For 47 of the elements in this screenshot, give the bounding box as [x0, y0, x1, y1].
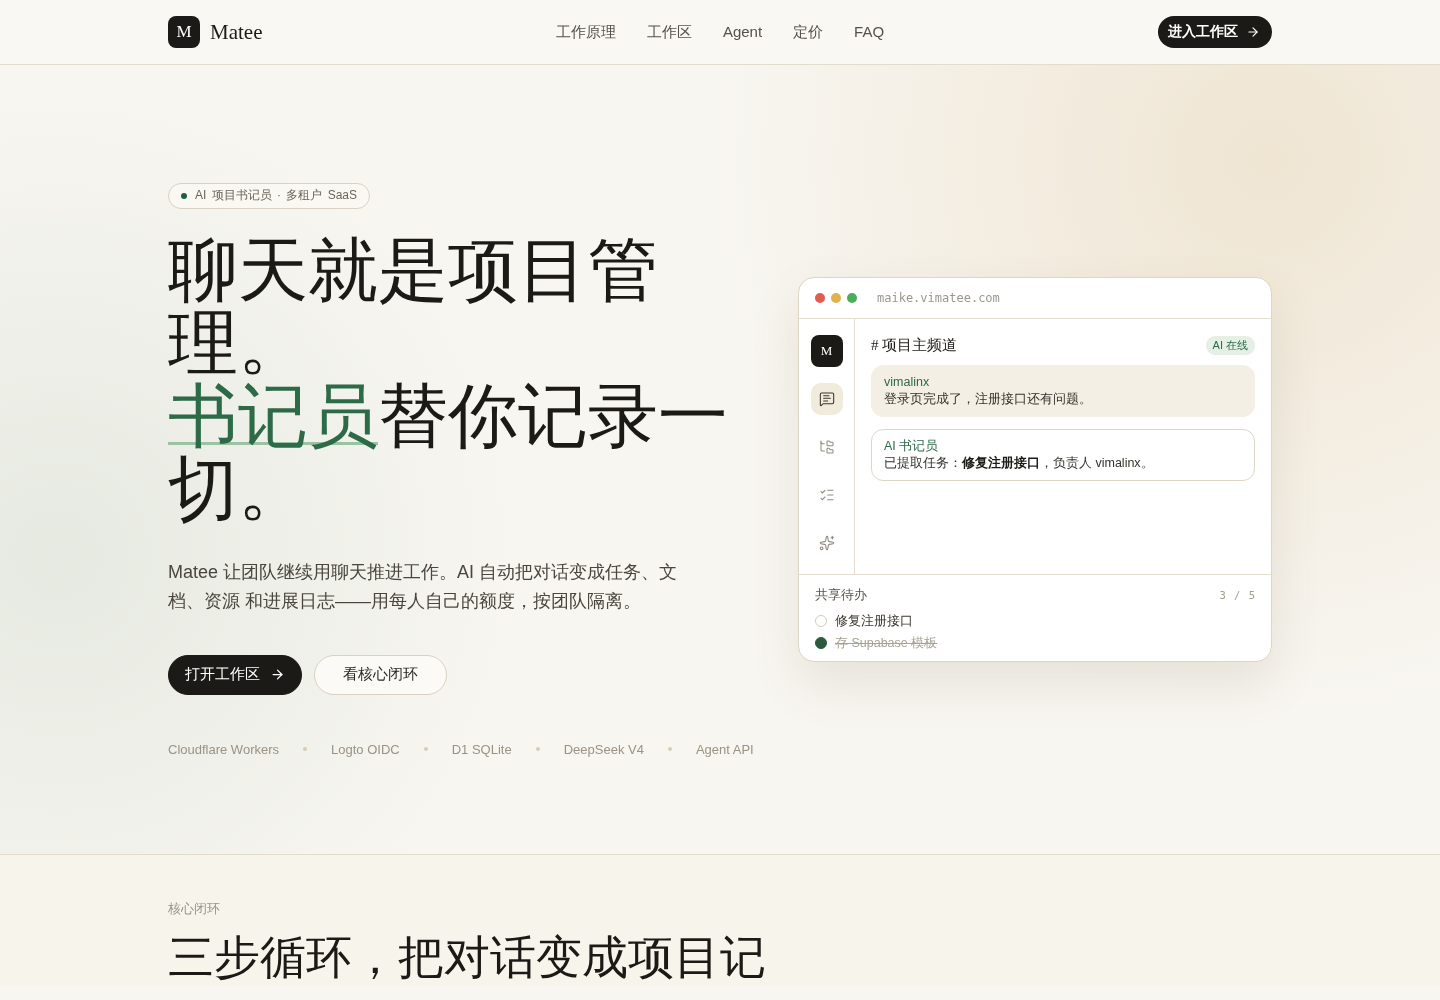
- hero-headline: 聊天就是项目管理。 书记员替你记录一切。: [168, 233, 729, 526]
- sidebar-nav-button[interactable]: [810, 383, 843, 415]
- todo-title: 共享待办: [815, 586, 867, 604]
- logo-mark[interactable]: M: [168, 16, 200, 48]
- checklist-icon: [818, 487, 835, 503]
- separator-dot-icon: [303, 747, 308, 751]
- status-dot-icon: [181, 192, 187, 199]
- brand-name[interactable]: Matee: [210, 19, 263, 45]
- todo-checkbox[interactable]: [815, 637, 827, 649]
- enter-workspace-button[interactable]: 进入工作区: [1158, 16, 1272, 48]
- section-eyebrow: 核心闭环: [168, 901, 221, 917]
- message-author: AI 书记员: [884, 438, 940, 455]
- close-dot-icon: [815, 293, 825, 303]
- maximize-dot-icon: [847, 293, 857, 303]
- workspace-avatar[interactable]: M: [810, 335, 843, 367]
- view-loop-button[interactable]: 看核心闭环: [314, 654, 447, 695]
- nav-link[interactable]: 工作原理: [555, 22, 616, 42]
- separator-dot-icon: [667, 747, 672, 751]
- todo-text: 修复注册接口: [835, 612, 913, 630]
- separator-dot-icon: [535, 747, 540, 751]
- todo-text: 存 Supabase 模板: [835, 634, 938, 652]
- url-text: maike.vimatee.com: [877, 291, 1000, 305]
- nav-link[interactable]: FAQ: [854, 22, 885, 42]
- tech-stack-item: D1 SQLite: [451, 741, 512, 757]
- channel-title: # 项目主频道: [871, 335, 958, 355]
- section-heading: 三步循环，把对话变成项目记: [168, 931, 767, 985]
- message-icon: [818, 391, 835, 407]
- open-workspace-button[interactable]: 打开工作区: [168, 654, 302, 695]
- folder-tree-icon: [818, 439, 835, 455]
- message-text: 登录页完成了，注册接口还有问题。: [884, 391, 1093, 408]
- todo-count: 3 / 5: [1219, 589, 1255, 601]
- nav-link[interactable]: 定价: [793, 22, 824, 42]
- message-text: 已提取任务：修复注册接口，负责人 vimalinx。: [884, 455, 1155, 472]
- arrow-right-icon: [270, 667, 285, 682]
- message-author: vimalinx: [884, 374, 931, 391]
- separator-dot-icon: [423, 747, 428, 751]
- nav-link[interactable]: 工作区: [646, 22, 692, 42]
- sparkles-icon: [818, 535, 835, 551]
- nav-link[interactable]: Agent: [722, 22, 763, 42]
- tech-stack-item: DeepSeek V4: [563, 741, 644, 757]
- tech-stack-item: Cloudflare Workers: [168, 741, 280, 757]
- hero-description: Matee 让团队继续用聊天推进工作。AI 自动把对话变成任务、文档、资源 和进展日志——用每人自己的额度，按团队隔离。: [168, 560, 679, 613]
- tech-stack-item: Logto OIDC: [331, 741, 400, 757]
- badge-text: AI 项目书记员 · 多租户 SaaS: [195, 187, 358, 204]
- tech-stack-item: Agent API: [695, 741, 754, 757]
- ai-status-badge: AI 在线: [1205, 335, 1255, 355]
- minimize-dot-icon: [831, 293, 841, 303]
